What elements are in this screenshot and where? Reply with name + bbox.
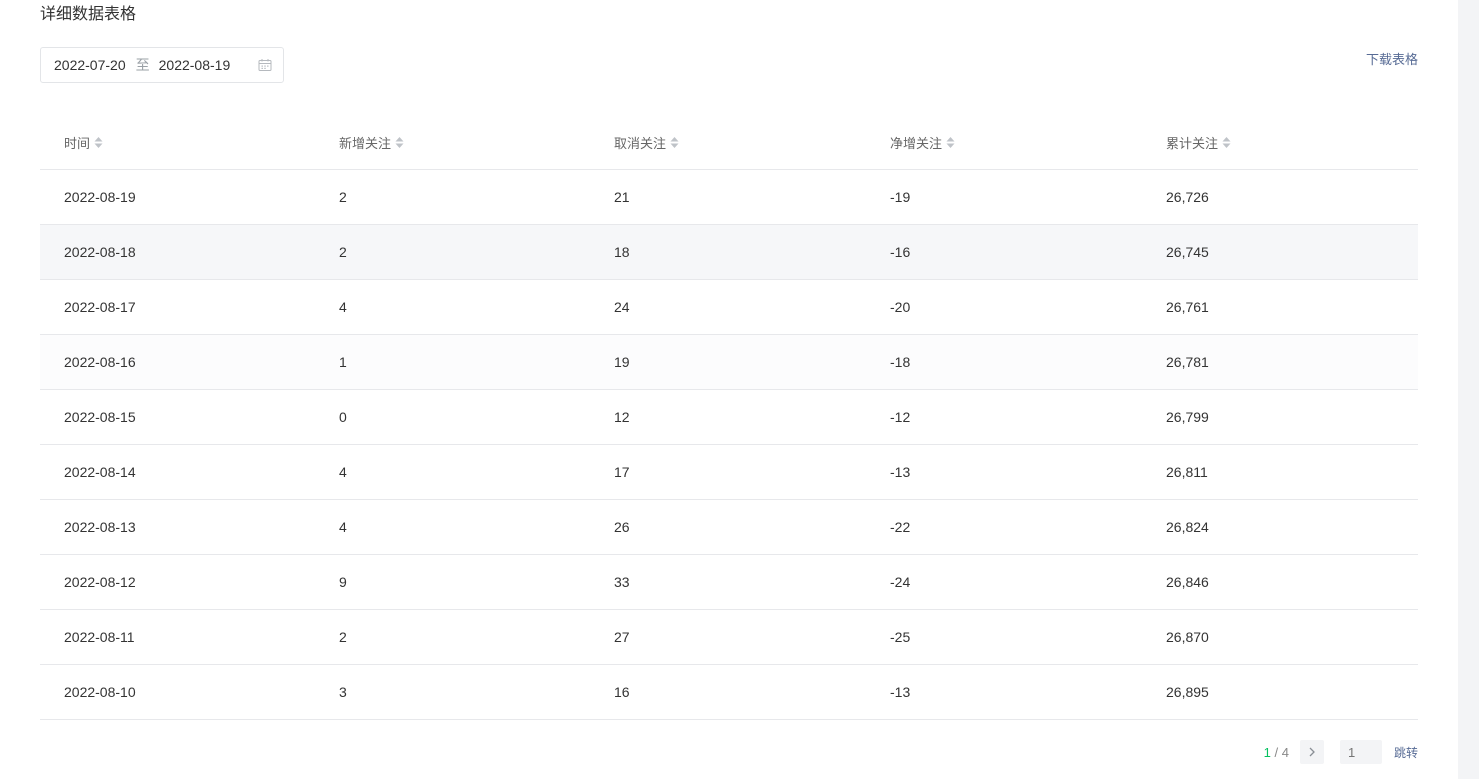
date-range-picker[interactable]: 2022-07-20 至 2022-08-19 [40, 47, 284, 83]
cell-unfollows: 27 [614, 629, 630, 645]
cell-unfollows: 24 [614, 299, 630, 315]
table-row: 2022-08-10 3 16 -13 26,895 [40, 665, 1418, 720]
data-table: 时间 新增关注 取消关注 净增关注 累计关注 2022-08-19 2 21 -… [40, 116, 1418, 720]
cell-net-follows: -24 [890, 574, 911, 590]
table-row: 2022-08-19 2 21 -19 26,726 [40, 170, 1418, 225]
table-row: 2022-08-15 0 12 -12 26,799 [40, 390, 1418, 445]
cell-time: 2022-08-12 [64, 574, 136, 590]
cell-total-follows: 26,761 [1166, 299, 1209, 315]
date-range-end[interactable]: 2022-08-19 [159, 57, 231, 73]
cell-total-follows: 26,726 [1166, 189, 1209, 205]
cell-time: 2022-08-18 [64, 244, 136, 260]
table-row: 2022-08-12 9 33 -24 26,846 [40, 555, 1418, 610]
cell-total-follows: 26,824 [1166, 519, 1209, 535]
cell-total-follows: 26,895 [1166, 684, 1209, 700]
cell-net-follows: -25 [890, 629, 911, 645]
cell-new-follows: 2 [339, 629, 347, 645]
cell-time: 2022-08-14 [64, 464, 136, 480]
cell-new-follows: 9 [339, 574, 347, 590]
cell-unfollows: 19 [614, 354, 630, 370]
sort-icon[interactable] [94, 136, 103, 149]
cell-new-follows: 2 [339, 244, 347, 260]
cell-time: 2022-08-10 [64, 684, 136, 700]
date-range-start[interactable]: 2022-07-20 [54, 57, 126, 73]
table-row: 2022-08-16 1 19 -18 26,781 [40, 335, 1418, 390]
cell-net-follows: -13 [890, 464, 911, 480]
download-table-link[interactable]: 下载表格 [1366, 49, 1418, 68]
column-header-unfollows[interactable]: 取消关注 [590, 133, 866, 152]
sort-icon[interactable] [395, 136, 404, 149]
page-indicator: 1 / 4 [1264, 745, 1289, 760]
cell-unfollows: 33 [614, 574, 630, 590]
calendar-icon[interactable] [258, 58, 272, 72]
cell-time: 2022-08-17 [64, 299, 136, 315]
table-row: 2022-08-17 4 24 -20 26,761 [40, 280, 1418, 335]
page-jump-input[interactable] [1339, 740, 1382, 764]
date-range-separator: 至 [135, 57, 150, 73]
cell-new-follows: 1 [339, 354, 347, 370]
table-row: 2022-08-11 2 27 -25 26,870 [40, 610, 1418, 665]
table-row: 2022-08-13 4 26 -22 26,824 [40, 500, 1418, 555]
cell-net-follows: -20 [890, 299, 911, 315]
column-header-label: 净增关注 [890, 136, 943, 151]
cell-unfollows: 12 [614, 409, 630, 425]
table-row: 2022-08-18 2 18 -16 26,745 [40, 225, 1418, 280]
column-header-time[interactable]: 时间 [40, 133, 315, 152]
cell-net-follows: -18 [890, 354, 911, 370]
cell-new-follows: 4 [339, 519, 347, 535]
cell-total-follows: 26,811 [1166, 464, 1208, 480]
cell-unfollows: 17 [614, 464, 630, 480]
cell-time: 2022-08-11 [64, 629, 135, 645]
cell-new-follows: 3 [339, 684, 347, 700]
cell-net-follows: -12 [890, 409, 911, 425]
cell-time: 2022-08-13 [64, 519, 136, 535]
jump-button[interactable]: 跳转 [1394, 744, 1418, 761]
sort-icon[interactable] [670, 136, 679, 149]
cell-total-follows: 26,745 [1166, 244, 1209, 260]
cell-unfollows: 26 [614, 519, 630, 535]
column-header-label: 时间 [64, 136, 91, 151]
cell-time: 2022-08-19 [64, 189, 136, 205]
column-header-label: 取消关注 [614, 136, 667, 151]
cell-net-follows: -13 [890, 684, 911, 700]
cell-new-follows: 2 [339, 189, 347, 205]
section-title: 详细数据表格 [40, 6, 137, 23]
cell-total-follows: 26,781 [1166, 354, 1209, 370]
scrollbar-track[interactable] [1458, 0, 1479, 779]
total-pages: 4 [1281, 744, 1289, 760]
pagination: 1 / 4 跳转 [1264, 740, 1418, 764]
table-header: 时间 新增关注 取消关注 净增关注 累计关注 [40, 116, 1418, 170]
cell-unfollows: 21 [614, 189, 630, 205]
page-separator: / [1270, 744, 1282, 760]
cell-unfollows: 16 [614, 684, 630, 700]
table-row: 2022-08-14 4 17 -13 26,811 [40, 445, 1418, 500]
column-header-label: 新增关注 [339, 136, 392, 151]
cell-net-follows: -16 [890, 244, 911, 260]
cell-time: 2022-08-16 [64, 354, 136, 370]
cell-net-follows: -19 [890, 189, 911, 205]
cell-unfollows: 18 [614, 244, 630, 260]
cell-new-follows: 0 [339, 409, 347, 425]
cell-new-follows: 4 [339, 299, 347, 315]
sort-icon[interactable] [946, 136, 955, 149]
cell-net-follows: -22 [890, 519, 911, 535]
chevron-right-icon [1309, 747, 1315, 757]
cell-total-follows: 26,846 [1166, 574, 1209, 590]
column-header-new-follows[interactable]: 新增关注 [315, 133, 590, 152]
column-header-label: 累计关注 [1166, 136, 1219, 151]
next-page-button[interactable] [1299, 740, 1324, 764]
cell-new-follows: 4 [339, 464, 347, 480]
column-header-net-follows[interactable]: 净增关注 [866, 133, 1142, 152]
cell-total-follows: 26,870 [1166, 629, 1209, 645]
current-page: 1 [1263, 744, 1271, 760]
cell-total-follows: 26,799 [1166, 409, 1209, 425]
sort-icon[interactable] [1222, 136, 1231, 149]
column-header-total-follows[interactable]: 累计关注 [1142, 133, 1418, 152]
cell-time: 2022-08-15 [64, 409, 136, 425]
